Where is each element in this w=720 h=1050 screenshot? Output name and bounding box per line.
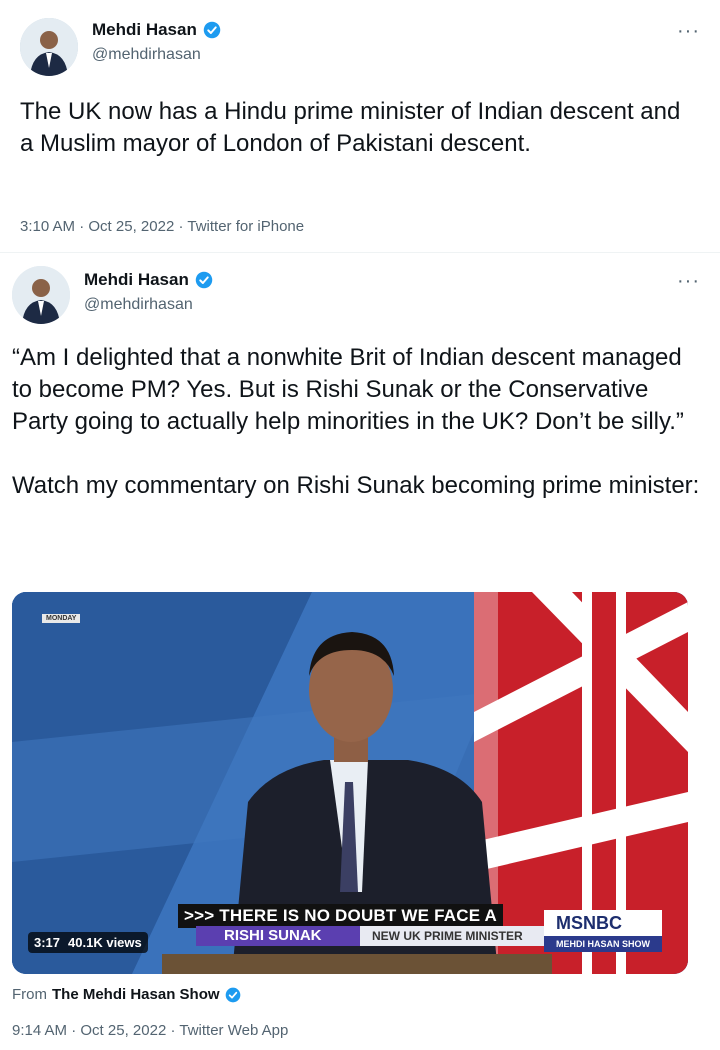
from-show-link[interactable]: The Mehdi Hasan Show [52,986,220,1003]
more-options-icon[interactable]: ··· [677,20,700,43]
verified-badge-icon [225,987,240,1002]
lower-third-name: RISHI SUNAK [196,926,360,946]
tweet-time[interactable]: 3:10 AM [20,218,75,235]
display-name[interactable]: Mehdi Hasan [84,270,189,290]
tweet-text: “Am I delighted that a nonwhite Brit of … [12,344,700,499]
tweet-date[interactable]: Oct 25, 2022 [80,1022,166,1039]
author-name-row[interactable]: Mehdi Hasan [84,270,213,290]
author-name-row[interactable]: Mehdi Hasan [92,20,221,40]
avatar[interactable] [12,266,70,324]
tweet-2: Mehdi Hasan @mehdirhasan ··· “Am I delig… [0,256,720,1050]
network-logo: MSNBC [544,910,662,936]
video-duration: 3:17 [34,935,61,950]
tweet-divider [0,252,720,253]
author-handle[interactable]: @mehdirhasan [92,46,201,64]
verified-badge-icon [203,21,221,39]
more-options-icon[interactable]: ··· [677,270,700,293]
tweet-meta: 9:14 AM · Oct 25, 2022 · Twitter Web App [12,1022,288,1039]
tweet-text: The UK now has a Hindu prime minister of… [20,98,688,157]
author-handle[interactable]: @mehdirhasan [84,296,193,314]
tweet-time[interactable]: 9:14 AM [12,1022,67,1039]
video-tag: MONDAY [42,614,81,623]
tweet-1: Mehdi Hasan @mehdirhasan ··· The UK now … [0,0,720,250]
meta-separator: · [170,1022,176,1039]
meta-separator: · [178,218,184,235]
video-views: 40.1K views [68,935,142,950]
meta-separator: · [71,1022,77,1039]
display-name[interactable]: Mehdi Hasan [92,20,197,40]
video-stats-badge: 3:17 40.1K views [28,932,148,953]
video-caption: >>> THERE IS NO DOUBT WE FACE A [178,904,504,928]
meta-separator: · [79,218,85,235]
video-player[interactable]: MONDAY >>> THERE IS NO DOUBT WE FACE A R… [12,592,688,974]
tweet-meta: 3:10 AM · Oct 25, 2022 · Twitter for iPh… [20,218,304,235]
avatar[interactable] [20,18,78,76]
network-show-name: MEHDI HASAN SHOW [544,936,662,952]
tweet-date[interactable]: Oct 25, 2022 [88,218,174,235]
video-attribution: From The Mehdi Hasan Show [12,986,241,1003]
lower-third-title: NEW UK PRIME MINISTER [360,926,544,946]
verified-badge-icon [195,271,213,289]
from-prefix: From [12,986,47,1003]
tweet-source[interactable]: Twitter Web App [179,1022,288,1039]
tweet-source[interactable]: Twitter for iPhone [187,218,304,235]
